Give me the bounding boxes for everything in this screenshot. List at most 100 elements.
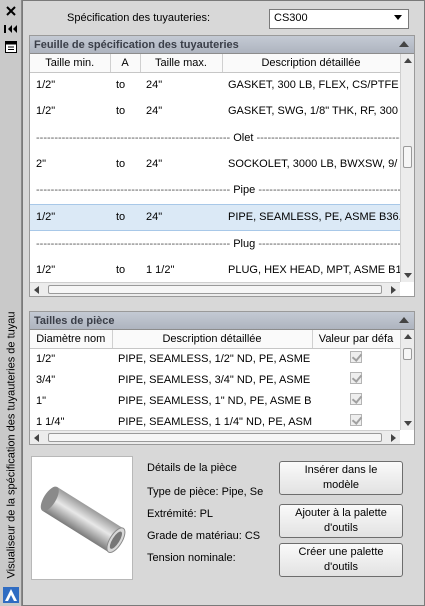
scroll-right-icon[interactable] [391, 434, 396, 442]
pressure-rating-text: Tension nominale: [147, 552, 236, 564]
cell-diameter: 3/4" [36, 373, 56, 386]
group-label: Olet [233, 131, 254, 144]
close-icon[interactable] [3, 4, 19, 18]
vertical-scrollbar[interactable] [400, 330, 414, 430]
spec-sheet-panel: Feuille de spécification des tuyauteries… [29, 35, 415, 297]
spec-sheet-header[interactable]: Feuille de spécification des tuyauteries [30, 36, 414, 54]
collapse-icon[interactable] [399, 41, 409, 47]
table-row[interactable]: 1/2" to 24" GASKET, SWG, 1/8" THK, RF, 3… [30, 98, 400, 124]
cell-max: 24" [146, 79, 163, 92]
scroll-thumb[interactable] [403, 348, 412, 360]
cell-a: to [116, 158, 126, 170]
scroll-left-icon[interactable] [34, 434, 39, 442]
column-header-description[interactable]: Description détaillée [112, 330, 313, 349]
cell-min: 1/2" [36, 79, 56, 92]
group-label: Pipe [233, 184, 256, 197]
cell-a: to [116, 79, 126, 92]
insert-in-model-button[interactable]: Insérer dans le modèle [279, 461, 403, 495]
horizontal-scrollbar[interactable] [30, 430, 400, 444]
cell-max: 24" [146, 158, 163, 170]
cell-a: to [110, 203, 140, 231]
column-header-max-size[interactable]: Taille max. [140, 54, 223, 73]
cell-a: to [116, 264, 126, 276]
scroll-thumb[interactable] [48, 433, 382, 442]
part-preview-image [31, 456, 133, 580]
table-row[interactable]: 1/2" to 1 1/2" PLUG, HEX HEAD, MPT, ASME… [30, 257, 400, 282]
table-row[interactable]: 1/2" to 24" GASKET, 300 LB, FLEX, CS/PTF… [30, 72, 400, 98]
group-label: Plug [233, 237, 256, 250]
create-tool-palette-button[interactable]: Créer une palette d'outils [279, 543, 403, 577]
cell-max: 1 1/2" [146, 264, 175, 276]
add-to-tool-palette-button[interactable]: Ajouter à la palette d'outils [279, 504, 403, 538]
table-row[interactable]: 1 1/4" PIPE, SEAMLESS, 1 1/4" ND, PE, AS… [30, 411, 400, 430]
column-header-a[interactable]: A [110, 54, 141, 73]
cell-diameter: 1" [36, 394, 47, 407]
cell-desc: GASKET, SWG, 1/8" THK, RF, 300 [228, 105, 398, 117]
cell-desc: PIPE, SEAMLESS, 1" ND, PE, ASME B [118, 394, 312, 407]
scroll-down-icon[interactable] [404, 421, 412, 426]
spec-sheet-grid: Taille min. A Taille max. Description dé… [30, 54, 400, 282]
cell-a: to [116, 105, 126, 117]
horizontal-scrollbar[interactable] [30, 282, 400, 296]
column-header-min-size[interactable]: Taille min. [30, 54, 111, 73]
cell-diameter: 1/2" [36, 352, 56, 365]
cell-desc: PIPE, SEAMLESS, PE, ASME B36.1 [222, 203, 400, 231]
cell-max: 24" [140, 203, 222, 231]
spec-sheet-title: Feuille de spécification des tuyauteries [34, 39, 239, 51]
default-checkbox[interactable] [350, 414, 362, 426]
palette-titlebar: Visualiseur de la spécification des tuya… [0, 0, 22, 606]
cell-min: 2" [36, 158, 47, 170]
part-sizes-grid: Diamètre nom Description détaillée Valeu… [30, 330, 400, 430]
table-row[interactable]: 1" PIPE, SEAMLESS, 1" ND, PE, ASME B [30, 390, 400, 411]
column-header-description[interactable]: Description détaillée [222, 54, 400, 73]
default-checkbox[interactable] [350, 351, 362, 364]
scroll-up-icon[interactable] [404, 334, 412, 339]
default-checkbox[interactable] [350, 372, 362, 384]
end-type-text: Extrémité: PL [147, 508, 214, 520]
collapse-icon[interactable] [399, 317, 409, 323]
cell-desc: PLUG, HEX HEAD, MPT, ASME B1 [228, 264, 400, 276]
scroll-up-icon[interactable] [404, 58, 412, 63]
properties-icon[interactable] [3, 40, 19, 54]
table-row[interactable]: 1/2" PIPE, SEAMLESS, 1/2" ND, PE, ASME [30, 348, 400, 369]
scroll-thumb[interactable] [48, 285, 382, 294]
cell-desc: GASKET, 300 LB, FLEX, CS/PTFE [228, 79, 399, 92]
chevron-down-icon [394, 15, 402, 20]
part-sizes-panel: Tailles de pièce Diamètre nom Descriptio… [29, 311, 415, 445]
group-row-olet[interactable]: ----------------------------------------… [30, 124, 400, 151]
app-menu-icon[interactable] [3, 587, 19, 603]
part-details-title: Détails de la pièce [147, 462, 237, 474]
table-row[interactable]: 2" to 24" SOCKOLET, 3000 LB, BWXSW, 9/ [30, 151, 400, 177]
spec-selector-row: Spécification des tuyauteries: CS300 [23, 7, 423, 31]
part-sizes-title: Tailles de pièce [34, 315, 115, 327]
pipe-preview-icon [40, 486, 126, 553]
scroll-thumb[interactable] [403, 146, 412, 168]
table-row-selected[interactable]: 1/2" to 24" PIPE, SEAMLESS, PE, ASME B36… [30, 203, 400, 231]
part-type-text: Type de pièce: Pipe, Se [147, 486, 264, 498]
palette-title: Visualiseur de la spécification des tuya… [5, 311, 18, 579]
table-row[interactable]: 3/4" PIPE, SEAMLESS, 3/4" ND, PE, ASME [30, 369, 400, 390]
part-sizes-header[interactable]: Tailles de pièce [30, 312, 414, 330]
auto-hide-icon[interactable] [3, 22, 19, 36]
default-checkbox[interactable] [350, 393, 362, 405]
scroll-down-icon[interactable] [404, 273, 412, 278]
spec-label: Spécification des tuyauteries: [67, 12, 211, 24]
cell-desc: SOCKOLET, 3000 LB, BWXSW, 9/ [228, 158, 398, 170]
column-header-diameter[interactable]: Diamètre nom [30, 330, 113, 349]
cell-desc: PIPE, SEAMLESS, 1 1/4" ND, PE, ASM [118, 415, 312, 428]
cell-min: 1/2" [36, 105, 56, 117]
column-header-default[interactable]: Valeur par défa [312, 330, 400, 349]
scroll-left-icon[interactable] [34, 286, 39, 294]
cell-min: 1/2" [36, 264, 56, 276]
spec-dropdown[interactable]: CS300 [269, 9, 409, 29]
cell-min: 1/2" [30, 203, 110, 231]
group-row-pipe[interactable]: ----------------------------------------… [30, 177, 400, 204]
scroll-right-icon[interactable] [391, 286, 396, 294]
vertical-scrollbar[interactable] [400, 54, 414, 282]
spec-dropdown-value: CS300 [274, 12, 308, 24]
cell-diameter: 1 1/4" [36, 415, 65, 428]
material-grade-text: Grade de matériau: CS [147, 530, 261, 542]
group-row-plug[interactable]: ----------------------------------------… [30, 230, 400, 257]
cell-desc: PIPE, SEAMLESS, 3/4" ND, PE, ASME [118, 373, 311, 386]
cell-desc: PIPE, SEAMLESS, 1/2" ND, PE, ASME [118, 352, 311, 365]
